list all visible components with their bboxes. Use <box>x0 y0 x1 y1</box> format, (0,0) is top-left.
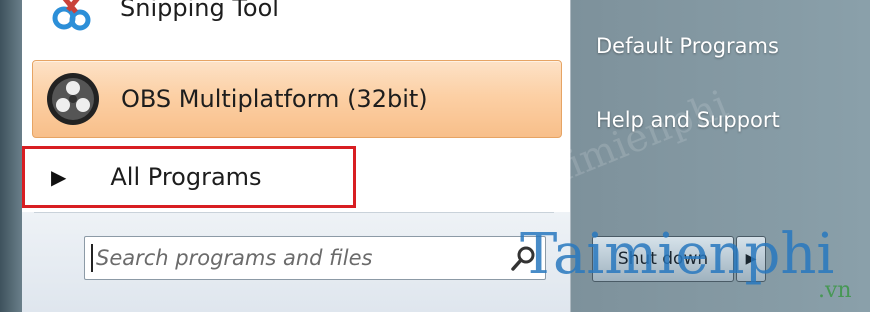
scissors-icon <box>52 0 91 31</box>
search-input[interactable]: Search programs and files <box>84 236 546 280</box>
shutdown-button[interactable]: Shut down <box>592 236 734 282</box>
program-item-snipping-tool[interactable]: Snipping Tool <box>32 0 560 34</box>
shutdown-label: Shut down <box>617 249 709 269</box>
obs-logo-icon <box>47 73 99 125</box>
arrow-right-icon: ▶ <box>51 165 67 189</box>
program-item-obs[interactable]: OBS Multiplatform (32bit) <box>32 60 562 138</box>
chevron-right-icon: ▶ <box>745 251 757 267</box>
all-programs-label: All Programs <box>110 163 262 191</box>
window-frame <box>0 0 22 312</box>
all-programs-button[interactable]: ▶ All Programs <box>22 146 356 208</box>
text-caret <box>91 244 93 272</box>
shutdown-options-button[interactable]: ▶ <box>736 236 766 282</box>
search-placeholder: Search programs and files <box>96 246 373 270</box>
link-default-programs[interactable]: Default Programs <box>596 34 779 58</box>
start-menu: Snipping Tool OBS Multiplatform (32bit) … <box>0 0 870 312</box>
program-label: OBS Multiplatform (32bit) <box>121 85 428 113</box>
watermark-suffix: .vn <box>818 278 852 303</box>
search-icon[interactable] <box>509 243 539 273</box>
divider <box>34 212 554 213</box>
program-label: Snipping Tool <box>120 0 279 22</box>
